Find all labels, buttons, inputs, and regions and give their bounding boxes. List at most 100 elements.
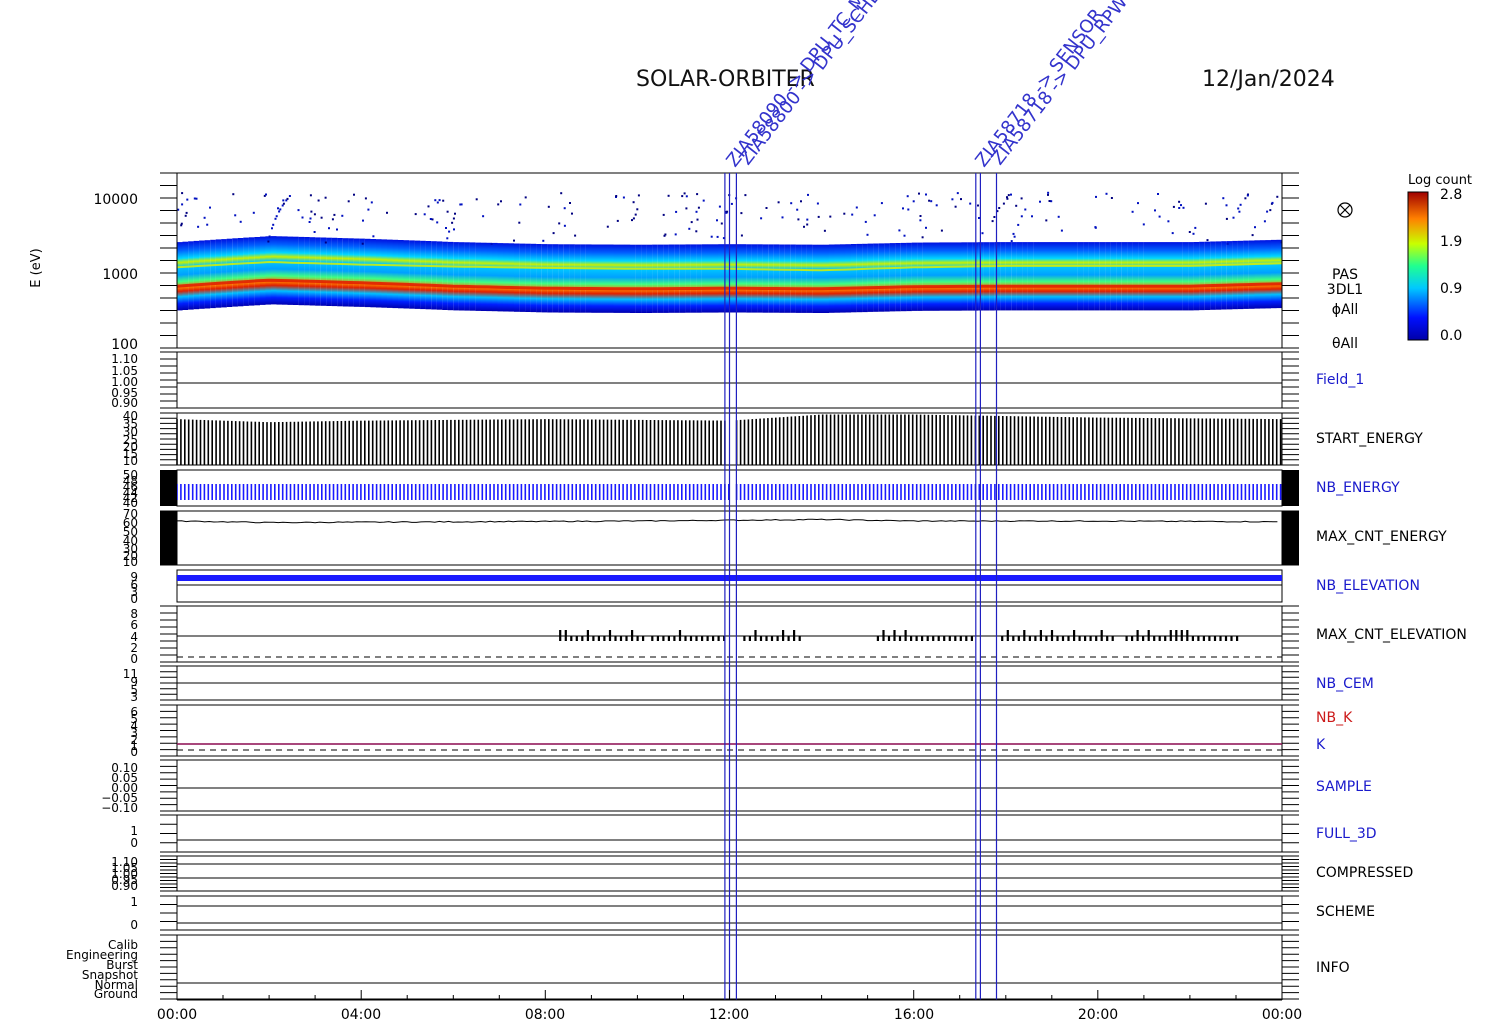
spectrogram-column	[751, 244, 758, 313]
noise-dot	[1039, 200, 1041, 203]
spectrogram-ylabel: E (eV)	[29, 248, 44, 287]
noise-dot	[206, 223, 209, 226]
noise-dot	[1131, 210, 1134, 213]
max-cnt-elevation-mark	[921, 636, 924, 641]
noise-dot	[1276, 195, 1279, 198]
spectrogram-column	[928, 242, 934, 311]
max-cnt-elevation-mark	[965, 636, 968, 641]
max-cnt-elevation-mark	[1142, 636, 1145, 641]
noise-dot	[1167, 220, 1170, 223]
noise-dot	[547, 205, 550, 208]
spectrogram-column	[663, 244, 669, 313]
noise-dot	[1271, 201, 1274, 204]
noise-dot	[1142, 223, 1145, 226]
spectrogram-column	[1160, 242, 1167, 311]
nb-energy-side-block	[1282, 470, 1299, 506]
spectrogram-column	[1193, 242, 1200, 311]
x-tick-label: 04:00	[341, 1007, 381, 1020]
spectrogram-column	[701, 244, 708, 313]
max-cnt-elevation-mark	[597, 636, 600, 641]
max-cnt-elevation-mark	[651, 636, 654, 641]
spectrogram-column	[950, 242, 957, 311]
x-axis: 00:00 04:00 08:00 12:00 16:00 20:00 00:0…	[157, 1007, 1302, 1020]
spectrogram-column	[1232, 240, 1238, 310]
noise-dot	[790, 202, 793, 205]
spectrogram-column	[276, 236, 283, 305]
panel-label-nb-energy: NB_ENERGY	[1316, 480, 1400, 496]
max-cnt-elevation-mark	[1001, 636, 1004, 641]
noise-dot	[919, 215, 922, 217]
noise-dot	[710, 235, 713, 238]
left-tick-labels: 1.10 1.05 1.00 0.95 0.90 40 35 30 25 20 …	[66, 352, 138, 1001]
noise-dot	[451, 221, 454, 224]
max-cnt-elevation-mark	[603, 636, 606, 641]
spectrogram-column	[298, 236, 305, 306]
spectrogram-column	[1121, 242, 1128, 311]
noise-dot	[695, 230, 698, 233]
spectrogram-column	[806, 244, 813, 313]
noise-dot	[239, 220, 242, 223]
noise-dot	[797, 218, 800, 221]
max-cnt-elevation-mark	[614, 636, 617, 641]
noise-dot	[616, 219, 619, 222]
spectrogram-column	[757, 244, 763, 313]
noise-dot	[898, 229, 901, 232]
noise-dot	[1269, 209, 1272, 212]
spectrogram-column	[1011, 242, 1017, 311]
chart-canvas: SOLAR-ORBITER 12/Jan/2024 Log count 2.8 …	[29, 0, 1472, 1020]
noise-dot	[274, 217, 277, 220]
spectrogram-column	[828, 244, 835, 313]
noise-dot	[552, 232, 555, 235]
spectrogram-column	[900, 242, 907, 312]
spectrogram-column	[248, 237, 255, 306]
max-cnt-elevation-mark	[656, 636, 659, 641]
tick-label: 0	[130, 652, 138, 666]
spectrogram-column	[447, 241, 454, 311]
event-annotations: ZIA58090 -> DPU_TC_MODE ZIA58800 -> DPU_…	[722, 0, 1132, 171]
spectrogram-column	[1116, 242, 1122, 311]
spectrogram-column	[1055, 242, 1062, 311]
spec-label-theta: θAll	[1332, 336, 1358, 352]
spectrogram-column	[331, 237, 338, 307]
max-cnt-elevation-mark	[1089, 636, 1092, 641]
spectrogram-column	[994, 242, 1001, 311]
noise-dot	[935, 204, 938, 207]
noise-dot	[524, 196, 527, 199]
max-cnt-elevation-mark	[798, 636, 801, 641]
spectrogram-column	[259, 236, 266, 305]
panel-label-max-cnt-elevation: MAX_CNT_ELEVATION	[1316, 627, 1467, 643]
noise-dot	[1180, 204, 1182, 207]
spectrogram-column	[287, 236, 294, 305]
noise-dot	[760, 217, 763, 220]
panel-label-sample: SAMPLE	[1316, 779, 1372, 795]
spectrogram-column	[679, 244, 686, 313]
spectrogram-column	[270, 236, 277, 305]
spectrogram-column	[221, 239, 227, 308]
noise-dot	[993, 216, 996, 218]
spectrogram-column	[895, 243, 901, 312]
max-cnt-elevation-mark	[592, 636, 595, 641]
panel-label-full-3d: FULL_3D	[1316, 826, 1377, 842]
noise-dot	[353, 193, 355, 196]
spectrogram-column	[1199, 241, 1205, 311]
spectrogram-column	[337, 238, 343, 307]
noise-dot	[622, 196, 625, 199]
noise-dot	[313, 213, 316, 216]
spectrogram-column	[652, 244, 658, 313]
noise-dot	[446, 210, 449, 213]
noise-dot	[807, 193, 809, 196]
max-cnt-elevation-mark	[636, 636, 639, 641]
spectrogram-column	[569, 244, 575, 313]
spectrogram-column	[862, 243, 868, 313]
spectrogram-column	[458, 242, 465, 311]
noise-dot	[919, 219, 922, 222]
noise-dot	[324, 196, 327, 199]
spectrogram-column	[834, 244, 841, 313]
spectrogram-column	[768, 244, 774, 313]
spectrogram-column	[392, 239, 399, 309]
spectrogram-column	[486, 242, 492, 312]
noise-dot	[690, 221, 693, 224]
spectrogram-column	[718, 244, 724, 313]
noise-dot	[317, 199, 320, 202]
spectrogram-column	[282, 236, 288, 305]
